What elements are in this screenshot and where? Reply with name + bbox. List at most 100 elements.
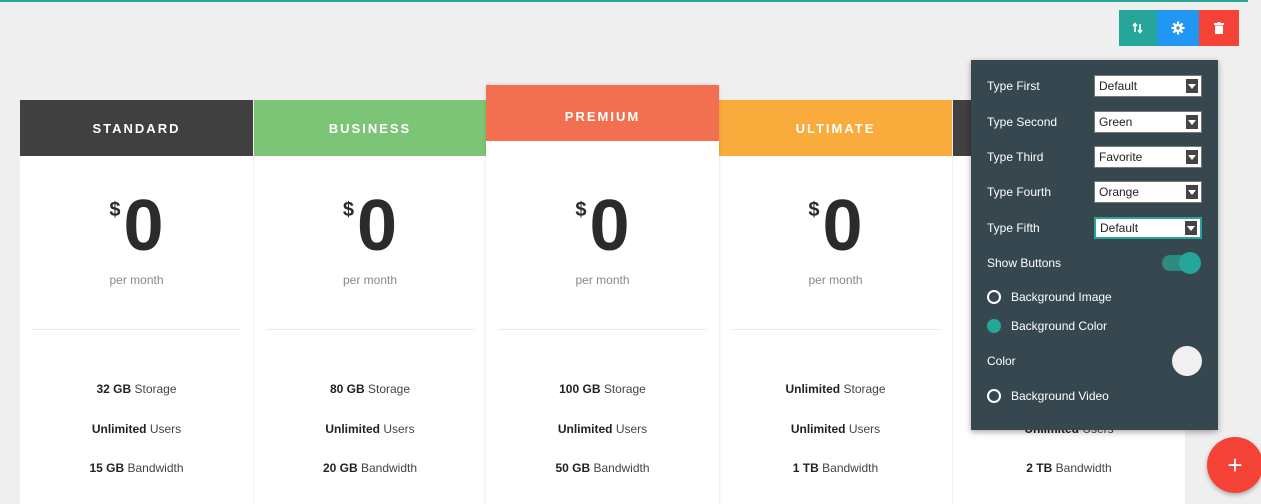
price: $ 0 — [719, 186, 952, 266]
background-image-label: Background Image — [1011, 290, 1112, 304]
radio-unchecked — [987, 389, 1001, 403]
feature-value: Unlimited — [557, 422, 613, 436]
feature-label: Storage — [364, 382, 411, 396]
divider — [32, 329, 241, 330]
price-amount: 0 — [822, 186, 863, 266]
feature-bandwidth: 50 GB Bandwidth — [486, 461, 719, 475]
select-value: Default — [1100, 221, 1139, 235]
price-period: per month — [342, 273, 398, 287]
price: $ 0 — [254, 186, 486, 266]
feature-bandwidth: 1 TB Bandwidth — [719, 461, 952, 475]
settings-panel: Type First Default Type Second Green Typ… — [971, 60, 1218, 430]
feature-users: Unlimited Users — [254, 422, 486, 436]
feature-users: Unlimited Users — [719, 422, 952, 436]
feature-value: 80 GB — [329, 382, 365, 396]
feature-bandwidth: 20 GB Bandwidth — [254, 461, 486, 475]
type-first-label: Type First — [987, 79, 1040, 93]
feature-label: Storage — [131, 382, 177, 396]
plan-header: STANDARD — [20, 100, 253, 156]
feature-storage: Unlimited Storage — [719, 382, 952, 396]
type-first-select[interactable]: Default — [1094, 75, 1202, 97]
select-value: Orange — [1099, 185, 1140, 199]
currency-symbol: $ — [109, 199, 121, 221]
radio-unchecked — [987, 290, 1001, 304]
toggle-knob — [1179, 252, 1201, 274]
currency-symbol: $ — [575, 199, 587, 221]
feature-bandwidth: 15 GB Bandwidth — [20, 461, 253, 475]
feature-label: Users — [845, 422, 881, 436]
color-swatch[interactable] — [1172, 346, 1202, 376]
plan-header: ULTIMATE — [719, 100, 952, 156]
plan-header: BUSINESS — [254, 100, 486, 156]
background-color-label: Background Color — [1011, 319, 1108, 333]
plan-header: PREMIUM — [486, 85, 719, 141]
type-fourth-label: Type Fourth — [987, 185, 1052, 199]
feature-value: 20 GB — [322, 461, 358, 475]
show-buttons-label: Show Buttons — [987, 256, 1062, 270]
feature-label: Bandwidth — [590, 461, 650, 475]
currency-symbol: $ — [342, 199, 355, 221]
background-video-label: Background Video — [1011, 389, 1109, 403]
feature-label: Storage — [600, 382, 646, 396]
select-value: Default — [1099, 79, 1138, 93]
chevron-down-icon — [1185, 78, 1199, 94]
delete-block-button[interactable] — [1199, 10, 1239, 46]
color-label: Color — [987, 354, 1016, 368]
feature-storage: 100 GB Storage — [486, 382, 719, 396]
feature-value: 32 GB — [96, 382, 132, 396]
price-amount: 0 — [589, 186, 630, 266]
feature-label: Users — [612, 422, 648, 436]
plan-name: STANDARD — [92, 120, 181, 136]
type-fifth-select[interactable]: Default — [1094, 217, 1202, 239]
feature-label: Storage — [840, 382, 886, 396]
plan-card-premium: PREMIUM $ 0 per month 100 GB Storage Unl… — [486, 85, 719, 504]
feature-label: Bandwidth — [124, 461, 184, 475]
chevron-down-icon — [1184, 220, 1198, 236]
plan-name: ULTIMATE — [795, 120, 876, 136]
price-period: per month — [808, 273, 863, 287]
top-accent-line — [0, 0, 1248, 2]
feature-bandwidth: 2 TB Bandwidth — [953, 461, 1185, 475]
feature-value: 50 GB — [555, 461, 591, 475]
feature-value: 100 GB — [559, 382, 601, 396]
feature-label: Bandwidth — [357, 461, 418, 475]
gear-icon — [1171, 21, 1185, 35]
divider — [731, 329, 940, 330]
show-buttons-toggle[interactable] — [1162, 252, 1201, 274]
feature-users: Unlimited Users — [20, 422, 253, 436]
background-video-option[interactable]: Background Video — [987, 385, 1202, 407]
plan-card-standard: STANDARD $ 0 per month 32 GB Storage Unl… — [20, 100, 253, 504]
background-color-option[interactable]: Background Color — [987, 315, 1202, 337]
move-block-button[interactable] — [1119, 10, 1157, 46]
plan-card-ultimate: ULTIMATE $ 0 per month Unlimited Storage… — [719, 100, 952, 504]
divider — [266, 329, 474, 330]
type-third-label: Type Third — [987, 150, 1044, 164]
feature-label: Bandwidth — [1052, 461, 1112, 475]
feature-value: Unlimited — [790, 422, 846, 436]
divider — [498, 329, 707, 330]
select-value: Favorite — [1099, 150, 1143, 164]
price-amount: 0 — [357, 186, 398, 266]
feature-storage: 32 GB Storage — [20, 382, 253, 396]
type-fourth-row: Type Fourth Orange — [987, 180, 1202, 204]
feature-value: Unlimited — [91, 422, 147, 436]
background-image-option[interactable]: Background Image — [987, 286, 1202, 308]
plan-card-business: BUSINESS $ 0 per month 80 GB Storage Unl… — [253, 100, 486, 504]
type-second-select[interactable]: Green — [1094, 111, 1202, 133]
type-fifth-label: Type Fifth — [987, 221, 1040, 235]
price: $ 0 — [20, 190, 253, 262]
swap-vertical-icon — [1132, 22, 1143, 34]
type-fourth-select[interactable]: Orange — [1094, 181, 1202, 203]
feature-value: Unlimited — [785, 382, 841, 396]
settings-button[interactable] — [1157, 10, 1199, 46]
type-third-select[interactable]: Favorite — [1094, 146, 1202, 168]
add-block-button[interactable]: + — [1207, 437, 1261, 493]
price: $ 0 — [486, 186, 719, 266]
feature-label: Users — [146, 422, 182, 436]
type-third-row: Type Third Favorite — [987, 145, 1202, 169]
chevron-down-icon — [1185, 184, 1199, 200]
feature-users: Unlimited Users — [486, 422, 719, 436]
radio-checked — [987, 319, 1001, 333]
select-value: Green — [1099, 115, 1133, 129]
feature-value: Unlimited — [325, 422, 380, 436]
